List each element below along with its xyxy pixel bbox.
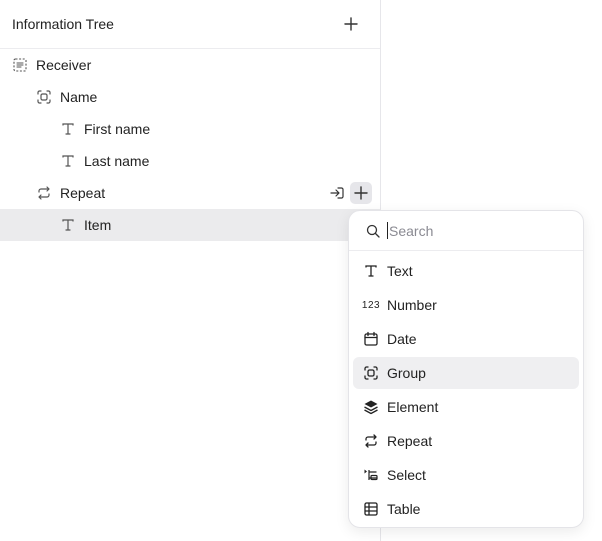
- menu-item-select[interactable]: Select: [353, 459, 579, 491]
- calendar-icon: [363, 331, 379, 347]
- menu-item-element[interactable]: Element: [353, 391, 579, 423]
- menu-item-group[interactable]: Group: [353, 357, 579, 389]
- search-icon: [365, 223, 381, 239]
- tree-row-first-name[interactable]: First name: [0, 113, 380, 145]
- panel-title: Information Tree: [12, 16, 114, 32]
- tree-row-item[interactable]: Item: [0, 209, 380, 241]
- insert-icon: [330, 187, 344, 199]
- text-caret: [387, 222, 388, 239]
- menu-item-table[interactable]: Table: [353, 493, 579, 525]
- panel-header: Information Tree: [0, 0, 380, 49]
- add-field-popup: Text 123 Number Date Group Ele: [348, 210, 584, 528]
- menu-item-label: Select: [387, 467, 426, 483]
- layers-icon: [363, 399, 379, 415]
- tree-row-name[interactable]: Name: [0, 81, 380, 113]
- plus-icon: [344, 17, 358, 31]
- tree-row-label: Last name: [84, 153, 150, 169]
- number-icon: 123: [361, 299, 381, 311]
- search-bar: [349, 211, 583, 251]
- add-node-button[interactable]: [340, 13, 362, 35]
- search-input[interactable]: [389, 222, 569, 239]
- menu-item-date[interactable]: Date: [353, 323, 579, 355]
- text-icon: [363, 263, 379, 279]
- group-icon: [363, 365, 379, 381]
- tree-row-label: Repeat: [60, 185, 106, 201]
- tree-row-label: Item: [84, 217, 112, 233]
- menu-item-label: Date: [387, 331, 417, 347]
- select-icon: [363, 467, 379, 483]
- field-type-menu: Text 123 Number Date Group Element Repea…: [349, 251, 583, 525]
- repeat-icon: [363, 433, 379, 449]
- group-icon: [36, 89, 52, 105]
- tree-row-label: Name: [60, 89, 98, 105]
- tree: Receiver Name First name Last name Repea…: [0, 49, 380, 241]
- tree-row-last-name[interactable]: Last name: [0, 145, 380, 177]
- group-box-icon: [12, 57, 28, 73]
- menu-item-label: Repeat: [387, 433, 433, 449]
- tree-row-label: Receiver: [36, 57, 92, 73]
- menu-item-repeat[interactable]: Repeat: [353, 425, 579, 457]
- menu-item-number[interactable]: 123 Number: [353, 289, 579, 321]
- menu-item-label: Number: [387, 297, 437, 313]
- add-child-button[interactable]: [350, 182, 372, 204]
- menu-item-label: Table: [387, 501, 421, 517]
- menu-item-text[interactable]: Text: [353, 255, 579, 287]
- row-actions: [326, 182, 372, 204]
- menu-item-label: Text: [387, 263, 413, 279]
- plus-icon: [354, 186, 368, 200]
- menu-item-label: Group: [387, 365, 426, 381]
- text-icon: [60, 217, 76, 233]
- insert-button[interactable]: [326, 182, 348, 204]
- menu-item-label: Element: [387, 399, 439, 415]
- tree-row-repeat[interactable]: Repeat: [0, 177, 380, 209]
- repeat-icon: [36, 185, 52, 201]
- tree-row-receiver[interactable]: Receiver: [0, 49, 380, 81]
- tree-row-label: First name: [84, 121, 151, 137]
- text-icon: [60, 121, 76, 137]
- text-icon: [60, 153, 76, 169]
- information-tree-panel: Information Tree Receiver Name First nam…: [0, 0, 381, 541]
- table-icon: [363, 501, 379, 517]
